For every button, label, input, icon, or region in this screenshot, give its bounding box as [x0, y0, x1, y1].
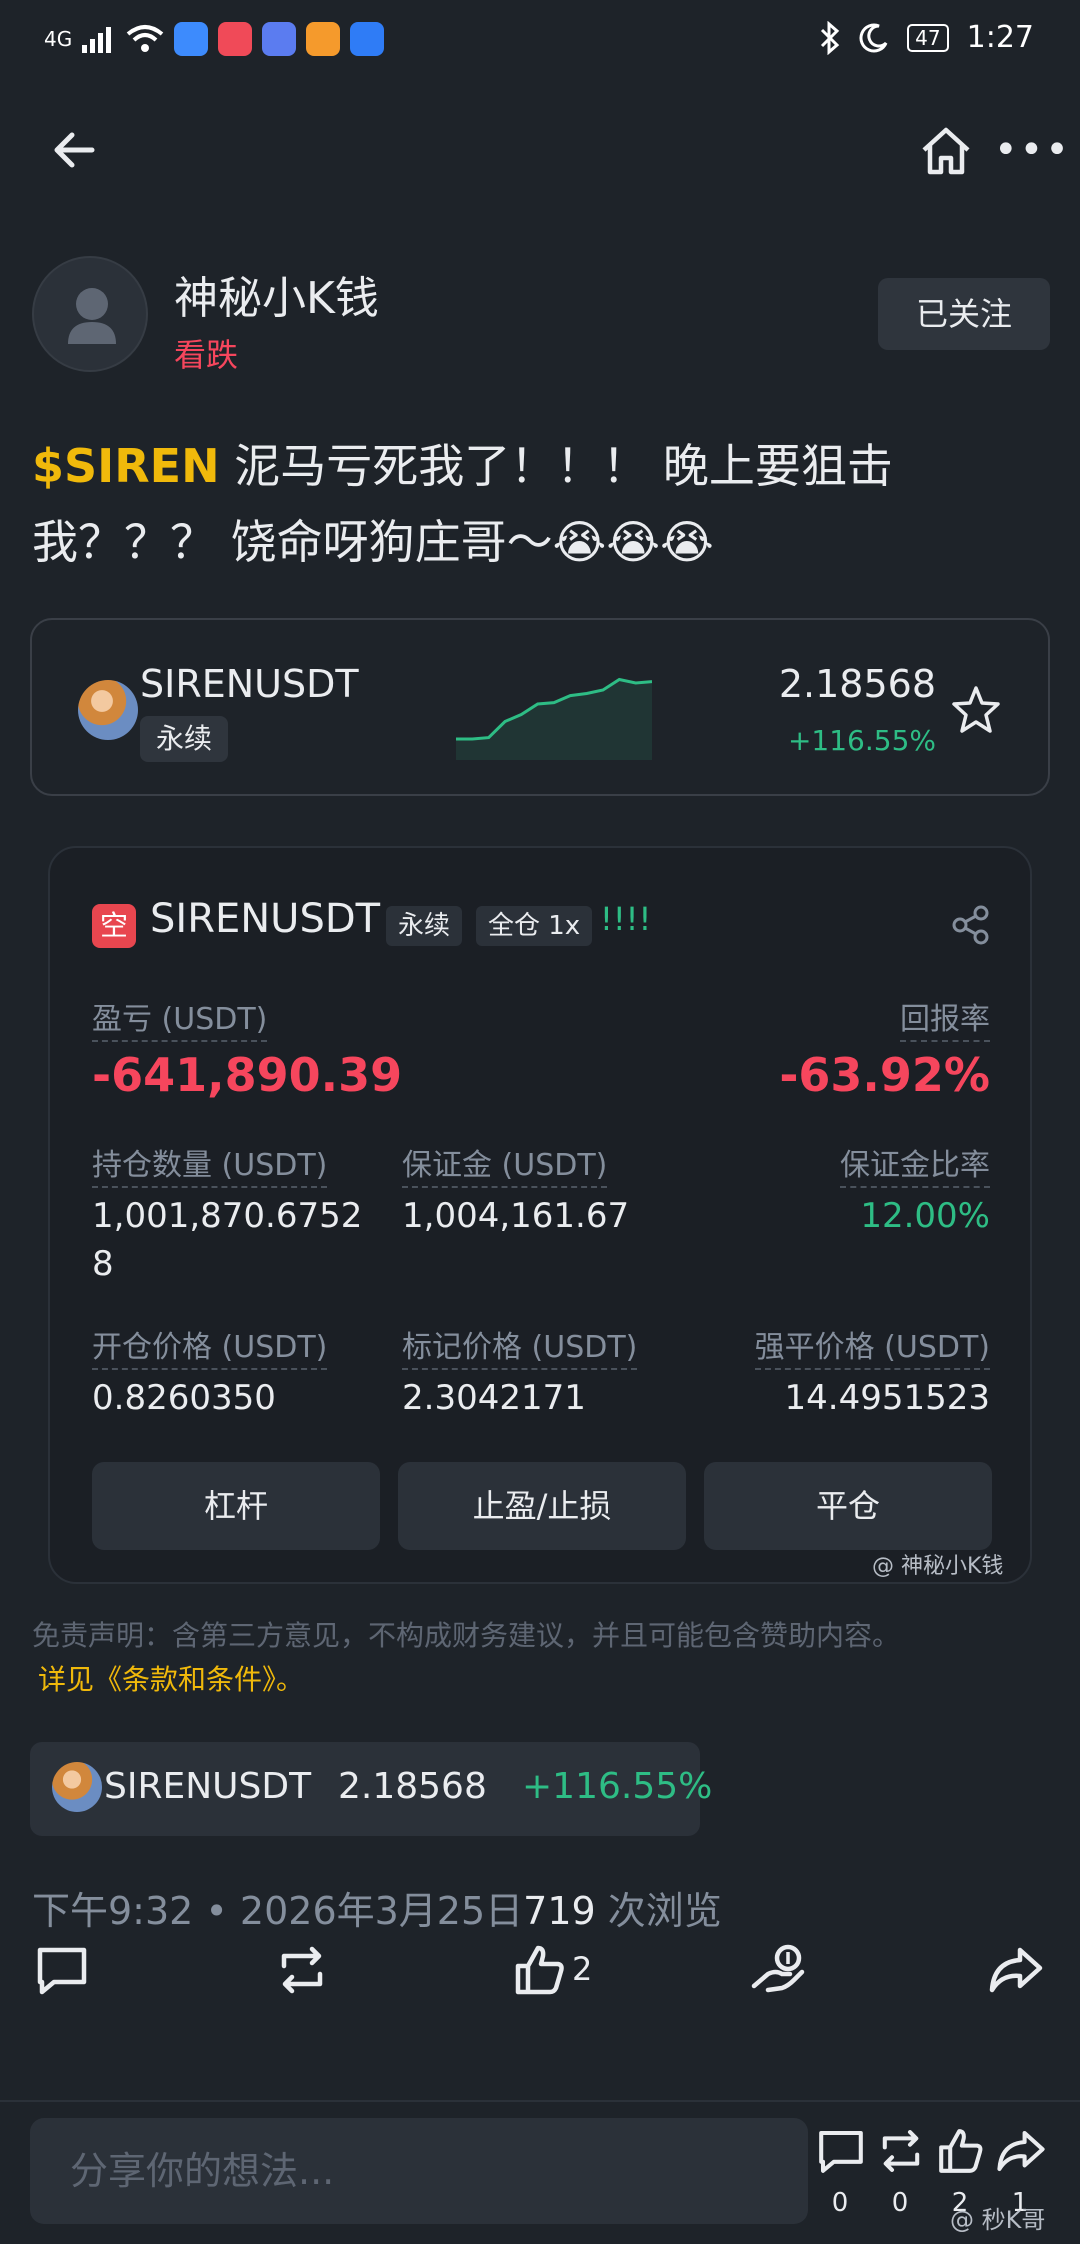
comment-icon[interactable] — [814, 2124, 868, 2178]
views-suffix: 次浏览 — [595, 1889, 722, 1933]
like-icon[interactable] — [510, 1940, 570, 2000]
post-ticker-link[interactable]: $SIREN — [32, 439, 220, 493]
tip-icon[interactable] — [748, 1940, 808, 2000]
mark-price-label: 标记价格 (USDT) — [402, 1322, 638, 1370]
contract-type-tag: 永续 — [140, 716, 229, 762]
comment-icon[interactable] — [32, 1940, 92, 2000]
comment-input[interactable]: 分享你的想法... — [30, 2118, 808, 2224]
repost-icon[interactable] — [874, 2124, 928, 2178]
post-body: $SIREN 泥马亏死我了！！！ 晚上要狙击我？？？ 饶命呀狗庄哥～😭😭😭 — [32, 428, 1032, 580]
post-meta: 下午9:32 • 2026年3月25日719 次浏览 — [32, 1889, 722, 1933]
margin-label: 保证金 (USDT) — [402, 1140, 608, 1188]
app-icon-2 — [218, 22, 253, 56]
share-icon[interactable] — [950, 904, 992, 946]
clock: 1:27 — [966, 20, 1034, 55]
like-icon[interactable] — [934, 2124, 988, 2178]
pnl-value: -641,890.39 — [92, 1048, 403, 1102]
post-time: 下午9:32 — [32, 1889, 194, 1933]
close-position-button[interactable]: 平仓 — [704, 1462, 992, 1550]
repost-icon[interactable] — [272, 1940, 332, 2000]
contract-type-chip: 永续 — [386, 906, 463, 946]
status-left: 4G — [44, 22, 385, 56]
follow-button[interactable]: 已关注 — [878, 278, 1050, 350]
moon-icon — [859, 23, 888, 52]
sentiment-tag: 看跌 — [174, 336, 239, 374]
signal-label: 4G — [44, 27, 73, 51]
entry-price-value: 0.8260350 — [92, 1378, 276, 1418]
repost-count: 0 — [891, 2188, 909, 2218]
short-side-badge: 空 — [92, 904, 136, 948]
more-icon[interactable]: ••• — [994, 130, 1071, 170]
ticker-chip[interactable]: SIRENUSDT 2.18568 +116.55% — [30, 1742, 712, 1836]
price-sparkline — [456, 677, 652, 760]
avatar[interactable] — [32, 256, 148, 372]
battery-icon: 47 — [907, 23, 949, 52]
roi-label: 回报率 — [900, 994, 990, 1042]
margin-mode-chip: 全仓 1x — [476, 906, 593, 946]
share-arrow-icon[interactable] — [986, 1940, 1046, 2000]
view-count: 719 — [523, 1889, 596, 1933]
wifi-icon — [126, 25, 164, 52]
app-icon-3 — [262, 22, 297, 56]
author-name[interactable]: 神秘小K钱 — [174, 262, 379, 326]
bottom-divider — [0, 2100, 1080, 2102]
exclamation-marks: !!!! — [600, 900, 652, 938]
entry-price-label: 开仓价格 (USDT) — [92, 1322, 328, 1370]
ticker-change: +116.55% — [522, 1766, 713, 1807]
margin-ratio-value: 12.00% — [860, 1196, 990, 1236]
terms-link[interactable]: 详见《条款和条件》。 — [38, 1658, 304, 1698]
mark-price-value: 2.3042171 — [402, 1378, 586, 1418]
market-symbol: SIRENUSDT — [140, 662, 359, 706]
tpsl-button[interactable]: 止盈/止损 — [398, 1462, 686, 1550]
sparkline-area — [456, 679, 652, 760]
post-date: 2026年3月25日 — [239, 1889, 524, 1933]
disclaimer-text: 免责声明：含第三方意见，不构成财务建议，并且可能包含赞助内容。 — [32, 1619, 901, 1652]
like-count: 2 — [572, 1950, 593, 1988]
market-price: 2.18568 — [778, 662, 936, 706]
page-watermark: @ 秒K哥 — [950, 2206, 1046, 2234]
coin-avatar — [78, 680, 138, 740]
card-watermark: @ 神秘小K钱 — [872, 1554, 1004, 1579]
size-value-line1: 1,001,870.6752 — [92, 1196, 363, 1236]
status-bar: 4G 47 1:27 — [0, 0, 1080, 86]
star-icon[interactable] — [948, 682, 1004, 738]
back-arrow-icon[interactable] — [46, 120, 106, 180]
liq-price-value: 14.4951523 — [784, 1378, 991, 1418]
liq-price-label: 强平价格 (USDT) — [754, 1322, 990, 1370]
app-icon-4 — [306, 22, 341, 56]
market-change: +116.55% — [787, 724, 936, 757]
app-icon-1 — [174, 22, 209, 56]
status-right: 47 1:27 — [819, 20, 1034, 55]
position-card: 空 SIRENUSDT 永续 全仓 1x !!!! 盈亏 (USDT) 回报率 … — [48, 846, 1032, 1584]
size-label: 持仓数量 (USDT) — [92, 1140, 328, 1188]
market-card[interactable]: SIRENUSDT 永续 2.18568 +116.55% — [30, 618, 1050, 796]
ticker-symbol: SIRENUSDT — [104, 1766, 312, 1807]
margin-value: 1,004,161.67 — [402, 1196, 630, 1236]
signal-icon — [82, 27, 112, 53]
ticker-price: 2.18568 — [338, 1766, 487, 1807]
home-icon[interactable] — [916, 120, 976, 180]
leverage-button[interactable]: 杠杆 — [92, 1462, 380, 1550]
user-placeholder-icon — [68, 288, 116, 344]
bluetooth-icon — [821, 20, 840, 55]
roi-value: -63.92% — [779, 1048, 990, 1102]
margin-ratio-label: 保证金比率 — [840, 1140, 990, 1188]
app-icon-5 — [350, 22, 385, 56]
position-symbol: SIRENUSDT — [150, 896, 381, 942]
share-arrow-icon[interactable] — [994, 2124, 1048, 2178]
size-value-line2: 8 — [92, 1244, 114, 1284]
pnl-label: 盈亏 (USDT) — [92, 994, 268, 1042]
coin-avatar — [52, 1762, 102, 1812]
comment-count: 0 — [831, 2188, 849, 2218]
